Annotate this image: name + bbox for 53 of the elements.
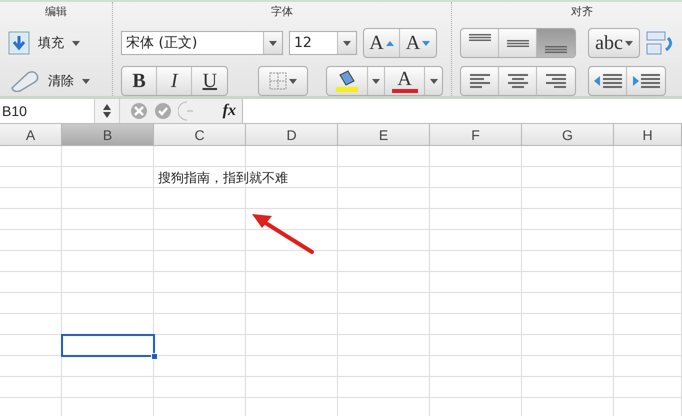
- align-left-icon: [468, 74, 490, 88]
- align-right-icon: [545, 74, 567, 88]
- outdent-icon: [592, 73, 622, 89]
- vertical-align-button[interactable]: [537, 29, 575, 57]
- cell-text: 搜狗指南，指到就不难: [158, 170, 288, 187]
- group-title: 编辑: [44, 4, 68, 20]
- spinner-icon[interactable]: [103, 104, 111, 118]
- align-middle-icon: [506, 40, 528, 46]
- column-header[interactable]: E: [338, 124, 430, 146]
- wrap-icon: [646, 30, 674, 56]
- font-name-field[interactable]: 宋体 (正文): [121, 31, 283, 55]
- column-header[interactable]: C: [154, 124, 246, 146]
- column-header[interactable]: G: [522, 124, 614, 146]
- dropdown-caret-icon: [82, 78, 90, 84]
- up-triangle-icon: [386, 40, 394, 46]
- dropdown-caret-icon: [289, 78, 298, 84]
- function-button[interactable]: fx: [222, 102, 236, 120]
- dropdown-caret-icon: [624, 40, 633, 46]
- underline-button[interactable]: U: [192, 67, 228, 95]
- indent-icon: [631, 73, 661, 89]
- column-header[interactable]: F: [430, 124, 522, 146]
- fill-handle[interactable]: [151, 353, 158, 360]
- spreadsheet-grid[interactable]: 搜狗指南，指到就不难: [0, 146, 682, 416]
- grow-font-button[interactable]: A: [364, 29, 400, 57]
- bold-button[interactable]: B: [122, 67, 158, 95]
- dropdown-caret-icon: [72, 40, 80, 46]
- column-header[interactable]: D: [246, 124, 338, 146]
- clear-button[interactable]: 清除: [8, 70, 90, 92]
- dropdown-caret-icon: [269, 40, 277, 46]
- name-box[interactable]: B10: [0, 99, 94, 123]
- shrink-font-button[interactable]: A: [400, 29, 436, 57]
- fill-down-icon: [8, 31, 30, 55]
- eraser-icon: [8, 70, 40, 92]
- dropdown-caret-icon: [430, 78, 438, 84]
- down-triangle-icon: [422, 40, 430, 46]
- dropdown-caret-icon: [372, 78, 380, 84]
- group-title: 对齐: [570, 4, 594, 20]
- dropdown-caret-icon: [343, 40, 351, 46]
- paint-bucket-icon: [334, 69, 360, 93]
- column-header[interactable]: B: [62, 124, 154, 146]
- font-size-field[interactable]: 12: [289, 31, 357, 55]
- font-color-bar-icon: [392, 89, 418, 93]
- italic-button[interactable]: I: [157, 67, 192, 95]
- borders-icon: [269, 72, 288, 90]
- align-bottom-icon: [545, 46, 567, 52]
- align-center-icon: [506, 74, 528, 88]
- group-title: 字体: [270, 4, 294, 20]
- fill-button[interactable]: 填充: [8, 31, 80, 55]
- font-color-button[interactable]: A: [384, 67, 426, 95]
- wrap-text-button[interactable]: abc: [589, 29, 639, 57]
- column-header[interactable]: A: [0, 124, 62, 146]
- align-top-icon: [468, 34, 490, 40]
- column-header[interactable]: H: [614, 124, 682, 146]
